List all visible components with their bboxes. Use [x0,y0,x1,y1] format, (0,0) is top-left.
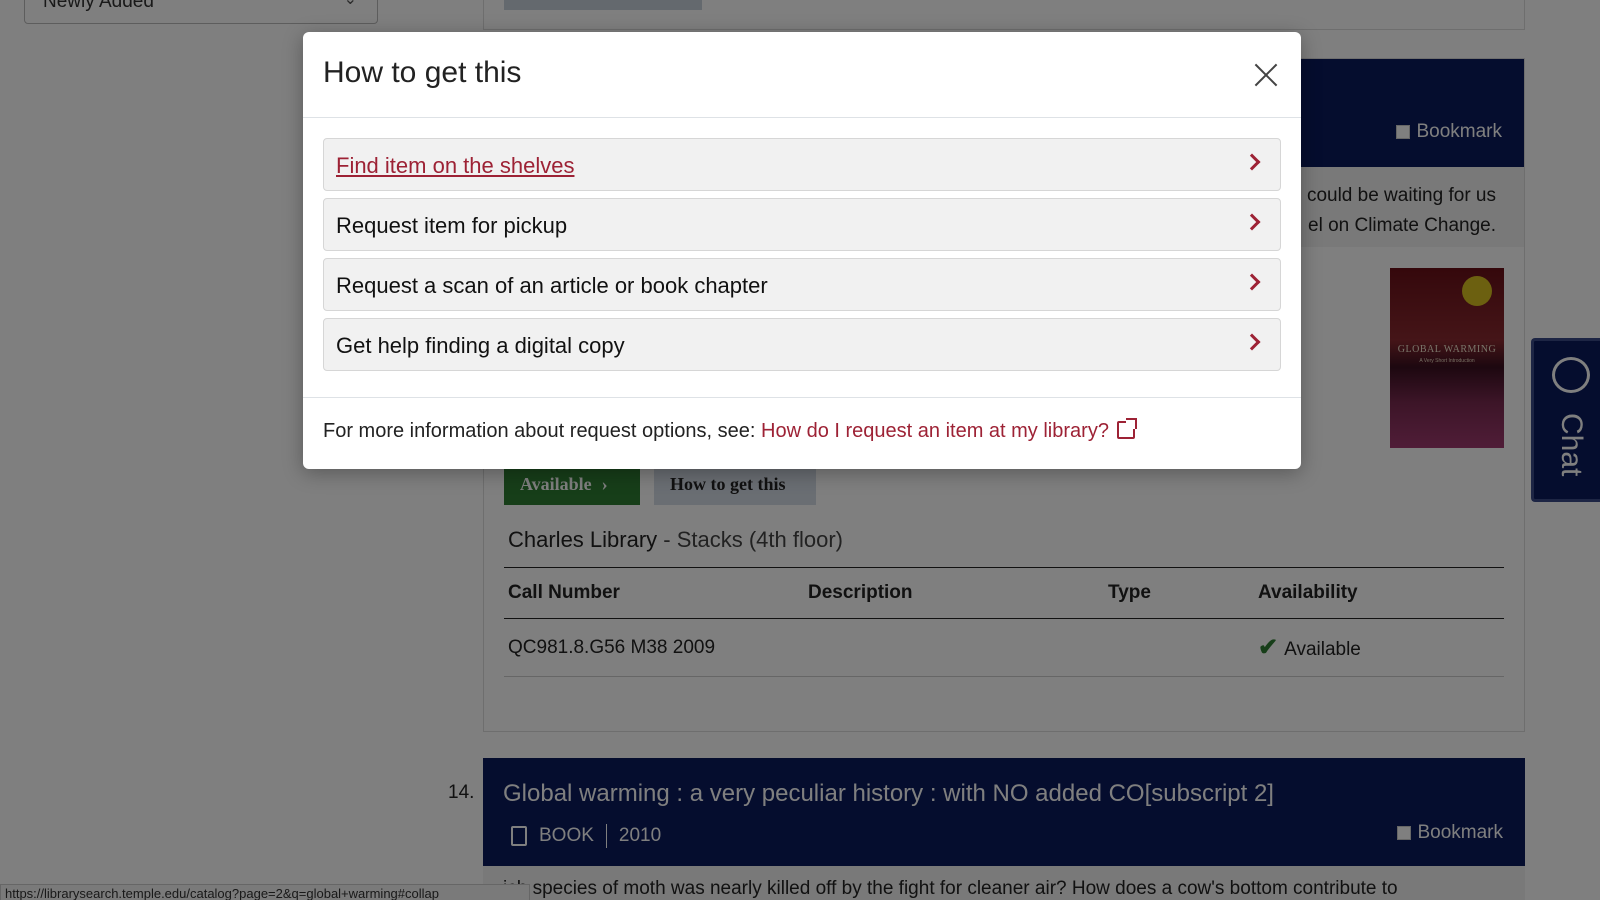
option-label: Request item for pickup [336,213,568,238]
option-request-pickup[interactable]: Request item for pickup [323,198,1281,251]
close-icon[interactable] [1249,58,1283,92]
request-options-list: Find item on the shelves Request item fo… [323,138,1281,378]
modal-footer: For more information about request optio… [303,397,1301,469]
option-find-on-shelves[interactable]: Find item on the shelves [323,138,1281,191]
modal-title: How to get this [323,56,522,89]
modal-header: How to get this [303,32,1301,118]
option-label: Request a scan of an article or book cha… [336,273,768,298]
external-link-icon [1116,418,1137,439]
option-digital-copy-help[interactable]: Get help finding a digital copy [323,318,1281,371]
request-help-link-label: How do I request an item at my library? [761,420,1109,442]
chevron-right-icon [1243,273,1261,291]
option-request-scan[interactable]: Request a scan of an article or book cha… [323,258,1281,311]
option-label: Get help finding a digital copy [336,333,625,358]
option-label[interactable]: Find item on the shelves [336,153,574,179]
request-help-link[interactable]: How do I request an item at my library? [761,418,1137,442]
chevron-right-icon [1243,213,1261,231]
how-to-get-this-modal: How to get this Find item on the shelves… [303,32,1301,469]
footer-text: For more information about request optio… [323,420,762,442]
chevron-right-icon [1243,333,1261,351]
chevron-right-icon [1243,153,1261,171]
